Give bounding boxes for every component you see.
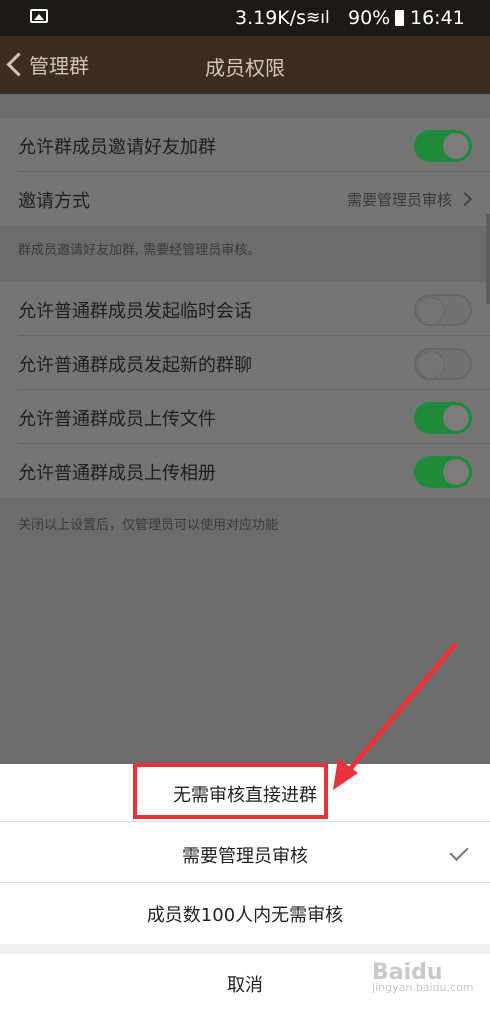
annotation-arrow-icon	[333, 642, 458, 790]
watermark-sub: jingyan.baidu.com	[372, 981, 474, 994]
baidu-watermark: Baidu jingyan.baidu.com	[372, 960, 474, 994]
